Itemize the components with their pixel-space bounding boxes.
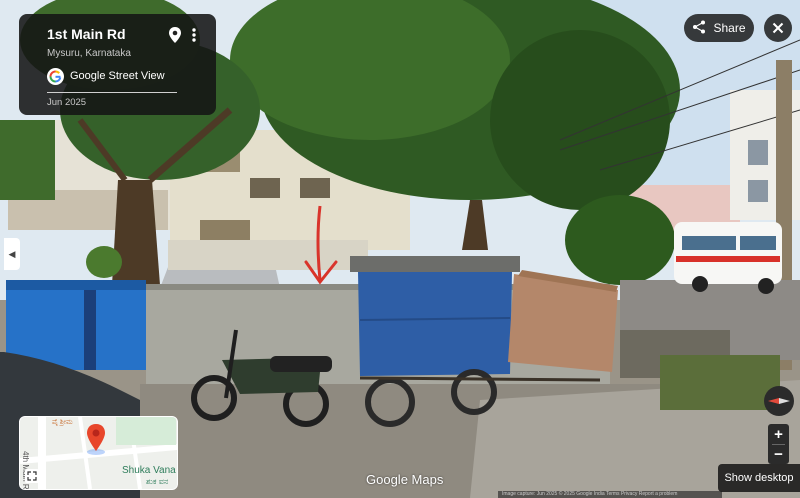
plus-icon: + xyxy=(774,425,783,443)
chevron-left-icon: ◀ xyxy=(8,248,16,259)
zoom-controls: + − xyxy=(768,424,789,464)
divider xyxy=(47,92,177,93)
minus-icon: − xyxy=(774,445,783,463)
map-label-top: ಪೈ ಶ್ರೀಮ xyxy=(52,419,73,426)
google-logo-icon xyxy=(47,67,64,85)
compass-icon xyxy=(768,398,790,404)
expand-map-button[interactable] xyxy=(25,469,39,483)
map-place-local-label: ಶುಕ ವನ xyxy=(146,477,169,486)
street-view-source[interactable]: Google Street View xyxy=(47,66,165,86)
compass-button[interactable] xyxy=(764,386,794,416)
close-icon xyxy=(772,22,784,34)
map-pin-icon xyxy=(87,424,105,455)
expand-icon xyxy=(27,471,37,481)
location-info-card: 1st Main Rd Mysuru, Karnataka Google Str… xyxy=(19,14,216,115)
collapse-panel-button[interactable]: ◀ xyxy=(4,238,20,270)
street-view-label: Google Street View xyxy=(70,70,165,82)
attribution-footer[interactable]: Image capture: Jun 2025 © 2025 Google In… xyxy=(498,491,722,498)
google-maps-logo: Google Maps xyxy=(366,472,444,487)
zoom-out-button[interactable]: − xyxy=(768,444,789,464)
mini-map[interactable]: ಪೈ ಶ್ರೀಮ 4th Main Rd Shuka Vana ಶುಕ ವನ xyxy=(19,416,178,490)
show-desktop-button[interactable]: Show desktop xyxy=(718,464,800,492)
capture-date: Jun 2025 xyxy=(47,97,87,108)
share-button[interactable]: Share xyxy=(684,14,754,42)
location-subtitle: Mysuru, Karnataka xyxy=(47,48,131,59)
zoom-in-button[interactable]: + xyxy=(768,424,789,444)
share-icon xyxy=(692,20,706,37)
more-options-icon[interactable] xyxy=(187,26,201,44)
close-button[interactable] xyxy=(764,14,792,42)
location-title: 1st Main Rd xyxy=(47,26,126,42)
share-label: Share xyxy=(713,21,746,35)
location-pin-icon[interactable] xyxy=(167,26,183,44)
map-place-label: Shuka Vana xyxy=(122,465,176,476)
